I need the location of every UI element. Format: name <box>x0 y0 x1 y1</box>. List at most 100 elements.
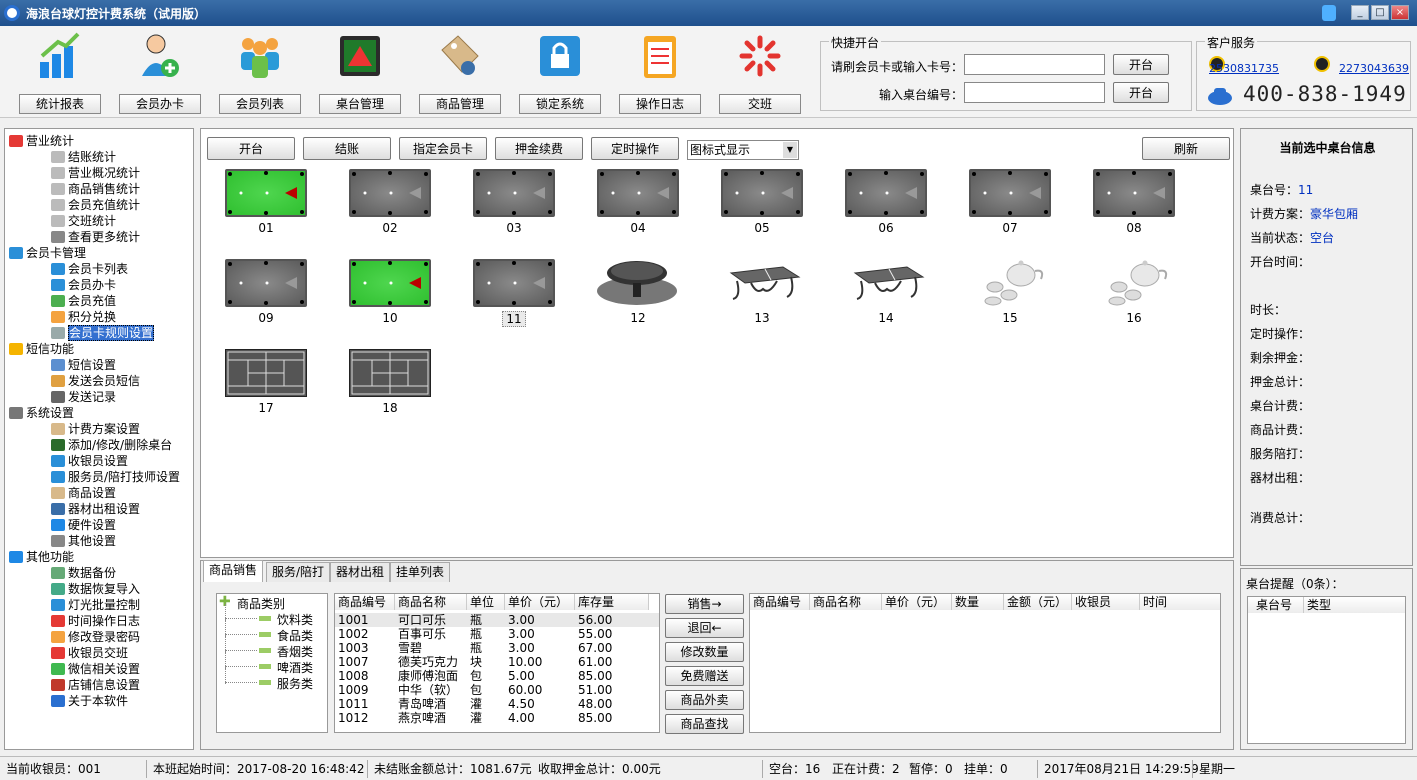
sale-action-button[interactable]: 商品外卖 <box>665 690 744 710</box>
category-root[interactable]: 商品类别 <box>237 595 285 612</box>
table-05[interactable]: 05 <box>721 169 803 249</box>
maximize-button[interactable]: □ <box>1371 5 1389 20</box>
sold-header[interactable]: 收银员 <box>1072 594 1140 610</box>
tree-item[interactable]: 会员卡规则设置 <box>51 325 155 341</box>
tree-item[interactable]: 器材出租设置 <box>51 501 140 517</box>
lock-system-button[interactable]: 锁定系统 <box>519 94 601 114</box>
product-header[interactable]: 商品编号 <box>335 594 395 610</box>
toolbar-member-card[interactable]: 会员办卡 <box>119 30 201 116</box>
tree-item[interactable]: 会员充值统计 <box>51 197 140 213</box>
member-list-button[interactable]: 会员列表 <box>219 94 301 114</box>
toolbar-op-log[interactable]: 操作日志 <box>619 30 701 116</box>
sold-header[interactable]: 商品名称 <box>810 594 882 610</box>
category-item[interactable]: 啤酒类 <box>277 659 313 676</box>
table-11[interactable]: 11 <box>473 259 555 339</box>
table-15[interactable]: 15 <box>969 259 1051 339</box>
sold-header[interactable]: 数量 <box>952 594 1004 610</box>
table-06[interactable]: 06 <box>845 169 927 249</box>
product-header[interactable]: 单位 <box>467 594 505 610</box>
tree-item[interactable]: 查看更多统计 <box>51 229 140 245</box>
view-mode-select[interactable]: 图标式显示 ▼ <box>687 140 799 160</box>
tab-service[interactable]: 服务/陪打 <box>266 562 331 582</box>
minimize-button[interactable]: _ <box>1351 5 1369 20</box>
product-row[interactable]: 1007 德芙巧克力块 10.00 61.00 <box>335 655 659 669</box>
tree-item[interactable]: 积分兑换 <box>51 309 116 325</box>
shift-button[interactable]: 交班 <box>719 94 801 114</box>
open-table-button[interactable]: 开台 <box>207 137 295 160</box>
deposit-button[interactable]: 押金续费 <box>495 137 583 160</box>
table-04[interactable]: 04 <box>597 169 679 249</box>
sold-header[interactable]: 时间 <box>1140 594 1220 610</box>
tree-item[interactable]: 系统设置 <box>9 405 74 421</box>
product-header[interactable]: 库存量 <box>575 594 649 610</box>
product-header[interactable]: 单价（元） <box>505 594 575 610</box>
category-item[interactable]: 饮料类 <box>277 611 313 628</box>
assign-card-button[interactable]: 指定会员卡 <box>399 137 487 160</box>
tree-item[interactable]: 短信设置 <box>51 357 116 373</box>
tree-item[interactable]: 收银员设置 <box>51 453 128 469</box>
timer-button[interactable]: 定时操作 <box>591 137 679 160</box>
tree-item[interactable]: 会员充值 <box>51 293 116 309</box>
tree-item[interactable]: 商品设置 <box>51 485 116 501</box>
table-no-input[interactable] <box>964 82 1105 103</box>
tree-item[interactable]: 计费方案设置 <box>51 421 140 437</box>
tree-item[interactable]: 数据备份 <box>51 565 116 581</box>
skin-icon[interactable] <box>1322 5 1336 21</box>
product-row[interactable]: 1011 青岛啤酒 灌 4.50 48.00 <box>335 697 659 711</box>
tree-item[interactable]: 营业概况统计 <box>51 165 140 181</box>
stats-report-button[interactable]: 统计报表 <box>19 94 101 114</box>
card-input[interactable] <box>964 54 1105 75</box>
table-14[interactable]: 14 <box>845 259 927 339</box>
product-row[interactable]: 1001 可口可乐 瓶 3.00 56.00 <box>335 613 659 627</box>
product-row[interactable]: 1009 中华（软） 包 60.00 51.00 <box>335 683 659 697</box>
category-item[interactable]: 食品类 <box>277 627 313 644</box>
table-12[interactable]: 12 <box>597 259 679 339</box>
toolbar-lock-system[interactable]: 锁定系统 <box>519 30 601 116</box>
checkout-button[interactable]: 结账 <box>303 137 391 160</box>
tree-item[interactable]: 服务员/陪打技师设置 <box>51 469 180 485</box>
tab-hung-orders[interactable]: 挂单列表 <box>390 562 451 582</box>
product-header[interactable]: 商品名称 <box>395 594 467 610</box>
toolbar-member-list[interactable]: 会员列表 <box>219 30 301 116</box>
tree-item[interactable]: 其他功能 <box>9 549 74 565</box>
tree-item[interactable]: 关于本软件 <box>51 693 128 709</box>
toolbar-stats-report[interactable]: 统计报表 <box>19 30 101 116</box>
tree-item[interactable]: 硬件设置 <box>51 517 116 533</box>
toolbar-shift[interactable]: 交班 <box>719 30 801 116</box>
sale-action-button[interactable]: 商品查找 <box>665 714 744 734</box>
sold-header[interactable]: 单价（元） <box>882 594 952 610</box>
sold-header[interactable]: 金额（元） <box>1004 594 1072 610</box>
table-18[interactable]: 18 <box>349 349 431 429</box>
table-10[interactable]: 10 <box>349 259 431 339</box>
product-row[interactable]: 1008 康师傅泡面包 5.00 85.00 <box>335 669 659 683</box>
tree-item[interactable]: 其他设置 <box>51 533 116 549</box>
member-card-button[interactable]: 会员办卡 <box>119 94 201 114</box>
tree-item[interactable]: 店铺信息设置 <box>51 677 140 693</box>
op-log-button[interactable]: 操作日志 <box>619 94 701 114</box>
sale-action-button[interactable]: 销售→ <box>665 594 744 614</box>
table-manage-button[interactable]: 桌台管理 <box>319 94 401 114</box>
tree-item[interactable]: 会员卡管理 <box>9 245 86 261</box>
table-08[interactable]: 08 <box>1093 169 1175 249</box>
table-17[interactable]: 17 <box>225 349 307 429</box>
tree-item[interactable]: 结账统计 <box>51 149 116 165</box>
table-16[interactable]: 16 <box>1093 259 1175 339</box>
goods-manage-button[interactable]: 商品管理 <box>419 94 501 114</box>
category-item[interactable]: 服务类 <box>277 675 313 692</box>
tree-item[interactable]: 交班统计 <box>51 213 116 229</box>
tree-item[interactable]: 短信功能 <box>9 341 74 357</box>
product-row[interactable]: 1012 燕京啤酒 灌 4.00 85.00 <box>335 711 659 725</box>
tree-item[interactable]: 时间操作日志 <box>51 613 140 629</box>
open-by-table-button[interactable]: 开台 <box>1113 82 1169 103</box>
toolbar-table-manage[interactable]: 桌台管理 <box>319 30 401 116</box>
sold-header[interactable]: 商品编号 <box>750 594 810 610</box>
tree-item[interactable]: 会员卡列表 <box>51 261 128 277</box>
category-item[interactable]: 香烟类 <box>277 643 313 660</box>
tree-item[interactable]: 会员办卡 <box>51 277 116 293</box>
table-09[interactable]: 09 <box>225 259 307 339</box>
tree-item[interactable]: 修改登录密码 <box>51 629 140 645</box>
tree-item[interactable]: 微信相关设置 <box>51 661 140 677</box>
table-07[interactable]: 07 <box>969 169 1051 249</box>
qq2-link[interactable]: 2273043639 <box>1339 62 1409 75</box>
tab-goods-sale[interactable]: 商品销售 <box>203 560 264 582</box>
